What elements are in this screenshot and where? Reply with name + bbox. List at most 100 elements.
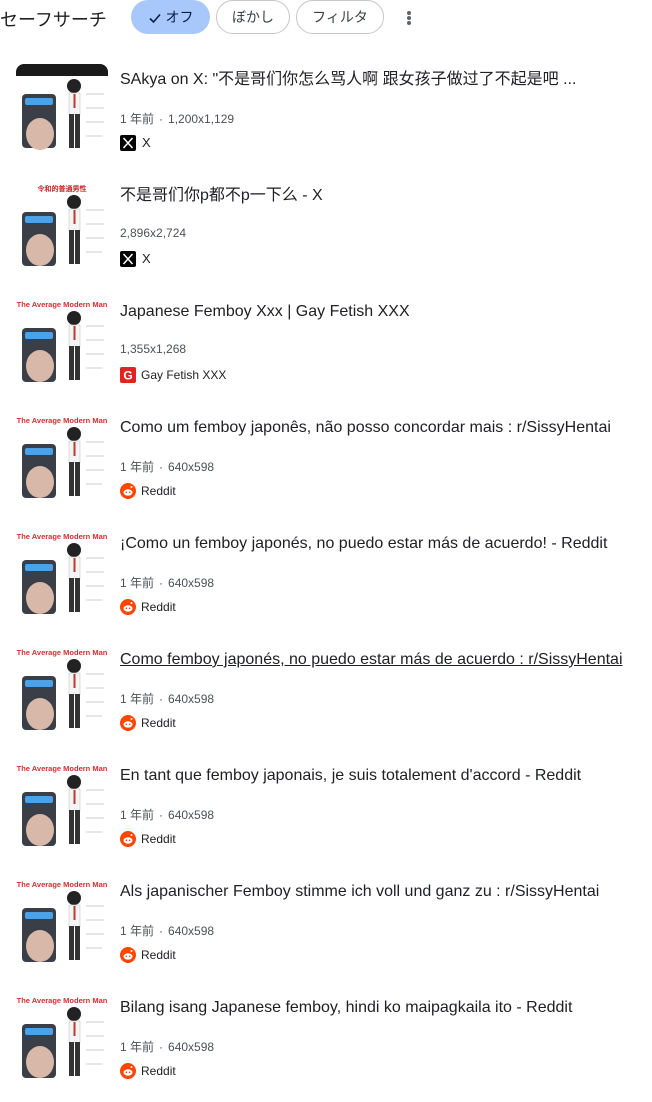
result-meta: 1 年前 · 640x598 (120, 1038, 214, 1055)
result-item[interactable]: The Average Modern Man Als japanischer Fe… (0, 876, 652, 986)
result-item[interactable]: The Average Modern Man Como femboy japoné… (0, 644, 652, 754)
svg-text:G: G (123, 368, 132, 382)
x-logo-icon (120, 250, 136, 267)
result-thumbnail[interactable]: The Average Modern Man (16, 644, 108, 736)
result-source[interactable]: Reddit (120, 598, 176, 616)
result-age: 1 年前 (120, 692, 155, 706)
result-thumbnail[interactable]: The Average Modern Man (16, 760, 108, 852)
result-thumbnail[interactable]: The Average Modern Man (16, 296, 108, 388)
source-name: Reddit (141, 715, 176, 730)
reddit-icon (120, 714, 136, 731)
source-name: Gay Fetish XXX (141, 367, 227, 382)
result-dimensions: 640x598 (168, 692, 215, 706)
result-title-link[interactable]: Bilang isang Japanese femboy, hindi ko m… (120, 998, 640, 1018)
result-age: 1 年前 (120, 1040, 155, 1054)
result-source[interactable]: Reddit (120, 830, 176, 848)
thumbnail-illustration: The Average Modern Man (16, 528, 108, 620)
result-dimensions: 640x598 (168, 808, 215, 822)
separator-dot: · (159, 112, 164, 126)
result-item[interactable]: The Average Modern Man Como um femboy jap… (0, 412, 652, 522)
result-item[interactable]: SAkya on X: "不是哥们你怎么骂人啊 跟女孩子做过了不起是吧 ... 1… (0, 64, 652, 174)
more-options-icon[interactable] (398, 6, 420, 30)
result-meta: 1 年前 · 640x598 (120, 690, 214, 707)
source-name: Reddit (141, 947, 176, 962)
thumbnail-illustration: The Average Modern Man (16, 296, 108, 388)
reddit-icon (120, 946, 136, 963)
result-title-link[interactable]: 不是哥们你p都不p一下么 - X (120, 186, 640, 206)
thumbnail-heading: The Average Modern Man (17, 880, 108, 889)
result-source[interactable]: Reddit (120, 1062, 176, 1080)
result-item[interactable]: The Average Modern Man En tant que femboy… (0, 760, 652, 870)
result-thumbnail[interactable]: 令和的普通男性 (16, 180, 108, 272)
result-item[interactable]: 令和的普通男性 不是哥们你p都不p一下么 - X 2,896x2,724 X (0, 180, 652, 290)
result-thumbnail[interactable]: The Average Modern Man (16, 876, 108, 968)
reddit-icon (120, 1062, 136, 1079)
result-item[interactable]: The Average Modern Man Bilang isang Japan… (0, 992, 652, 1102)
thumbnail-illustration: The Average Modern Man (16, 876, 108, 968)
separator-dot: · (159, 576, 164, 590)
result-source[interactable]: X (120, 250, 151, 268)
reddit-icon (120, 598, 136, 615)
result-thumbnail[interactable]: The Average Modern Man (16, 528, 108, 620)
safe-search-off-chip[interactable]: オフ (131, 0, 210, 34)
result-source[interactable]: G Gay Fetish XXX (120, 366, 226, 384)
source-name: X (142, 135, 151, 151)
thumbnail-illustration: The Average Modern Man (16, 992, 108, 1084)
chip-label: ぼかし (232, 9, 274, 25)
result-title-link[interactable]: Como um femboy japonês, não posso concor… (120, 418, 640, 438)
separator-dot: · (159, 924, 164, 938)
result-meta: 1,355x1,268 (120, 342, 186, 356)
result-age: 1 年前 (120, 924, 155, 938)
result-thumbnail[interactable] (16, 64, 108, 156)
gay-fetish-xxx-icon: G (120, 366, 136, 383)
result-source[interactable]: Reddit (120, 714, 176, 732)
thumbnail-illustration: The Average Modern Man (16, 644, 108, 736)
chip-label: オフ (165, 9, 194, 25)
result-meta: 1 年前 · 640x598 (120, 806, 214, 823)
separator-dot: · (159, 808, 164, 822)
result-thumbnail[interactable]: The Average Modern Man (16, 412, 108, 504)
thumbnail-illustration: The Average Modern Man (16, 412, 108, 504)
result-meta: 1 年前 · 640x598 (120, 922, 214, 939)
safe-search-blur-chip[interactable]: ぼかし (216, 0, 290, 34)
source-name: X (142, 251, 151, 267)
separator-dot: · (159, 692, 164, 706)
thumbnail-illustration (16, 64, 108, 156)
chip-label: フィルタ (312, 9, 368, 25)
result-dimensions: 1,200x1,129 (168, 112, 235, 126)
result-dimensions: 640x598 (168, 576, 215, 590)
result-title-link[interactable]: SAkya on X: "不是哥们你怎么骂人啊 跟女孩子做过了不起是吧 ... (120, 70, 640, 90)
result-dimensions: 640x598 (168, 924, 215, 938)
result-dimensions: 1,355x1,268 (120, 342, 187, 356)
thumbnail-illustration: The Average Modern Man (16, 760, 108, 852)
safe-search-label: セーフサーチ (0, 10, 107, 30)
x-logo-icon (120, 134, 136, 151)
result-title-link[interactable]: Japanese Femboy Xxx | Gay Fetish XXX (120, 302, 640, 322)
result-dimensions: 640x598 (168, 1040, 215, 1054)
safe-search-bar: セーフサーチ オフ ぼかし フィルタ (0, 0, 652, 36)
thumbnail-heading: The Average Modern Man (17, 648, 108, 657)
result-item[interactable]: The Average Modern Man ¡Como un femboy ja… (0, 528, 652, 638)
result-source[interactable]: Reddit (120, 946, 176, 964)
result-age: 1 年前 (120, 460, 155, 474)
result-source[interactable]: Reddit (120, 482, 176, 500)
result-meta: 1 年前 · 640x598 (120, 574, 214, 591)
reddit-icon (120, 830, 136, 847)
result-title-link[interactable]: Como femboy japonés, no puedo estar más … (120, 650, 640, 670)
source-name: Reddit (141, 483, 176, 498)
reddit-icon (120, 482, 136, 499)
thumbnail-heading: The Average Modern Man (17, 996, 108, 1005)
result-item[interactable]: The Average Modern Man Japanese Femboy Xx… (0, 296, 652, 406)
result-dimensions: 640x598 (168, 460, 215, 474)
result-age: 1 年前 (120, 808, 155, 822)
result-title-link[interactable]: En tant que femboy japonais, je suis tot… (120, 766, 640, 786)
source-name: Reddit (141, 1063, 176, 1078)
result-title-link[interactable]: ¡Como un femboy japonés, no puedo estar … (120, 534, 640, 554)
result-source[interactable]: X (120, 134, 151, 152)
safe-search-filter-chip[interactable]: フィルタ (296, 0, 384, 34)
checkmark-icon (148, 14, 161, 24)
result-meta: 1 年前 · 1,200x1,129 (120, 110, 234, 127)
result-title-link[interactable]: Als japanischer Femboy stimme ich voll u… (120, 882, 640, 902)
thumbnail-heading: The Average Modern Man (17, 300, 108, 309)
result-thumbnail[interactable]: The Average Modern Man (16, 992, 108, 1084)
